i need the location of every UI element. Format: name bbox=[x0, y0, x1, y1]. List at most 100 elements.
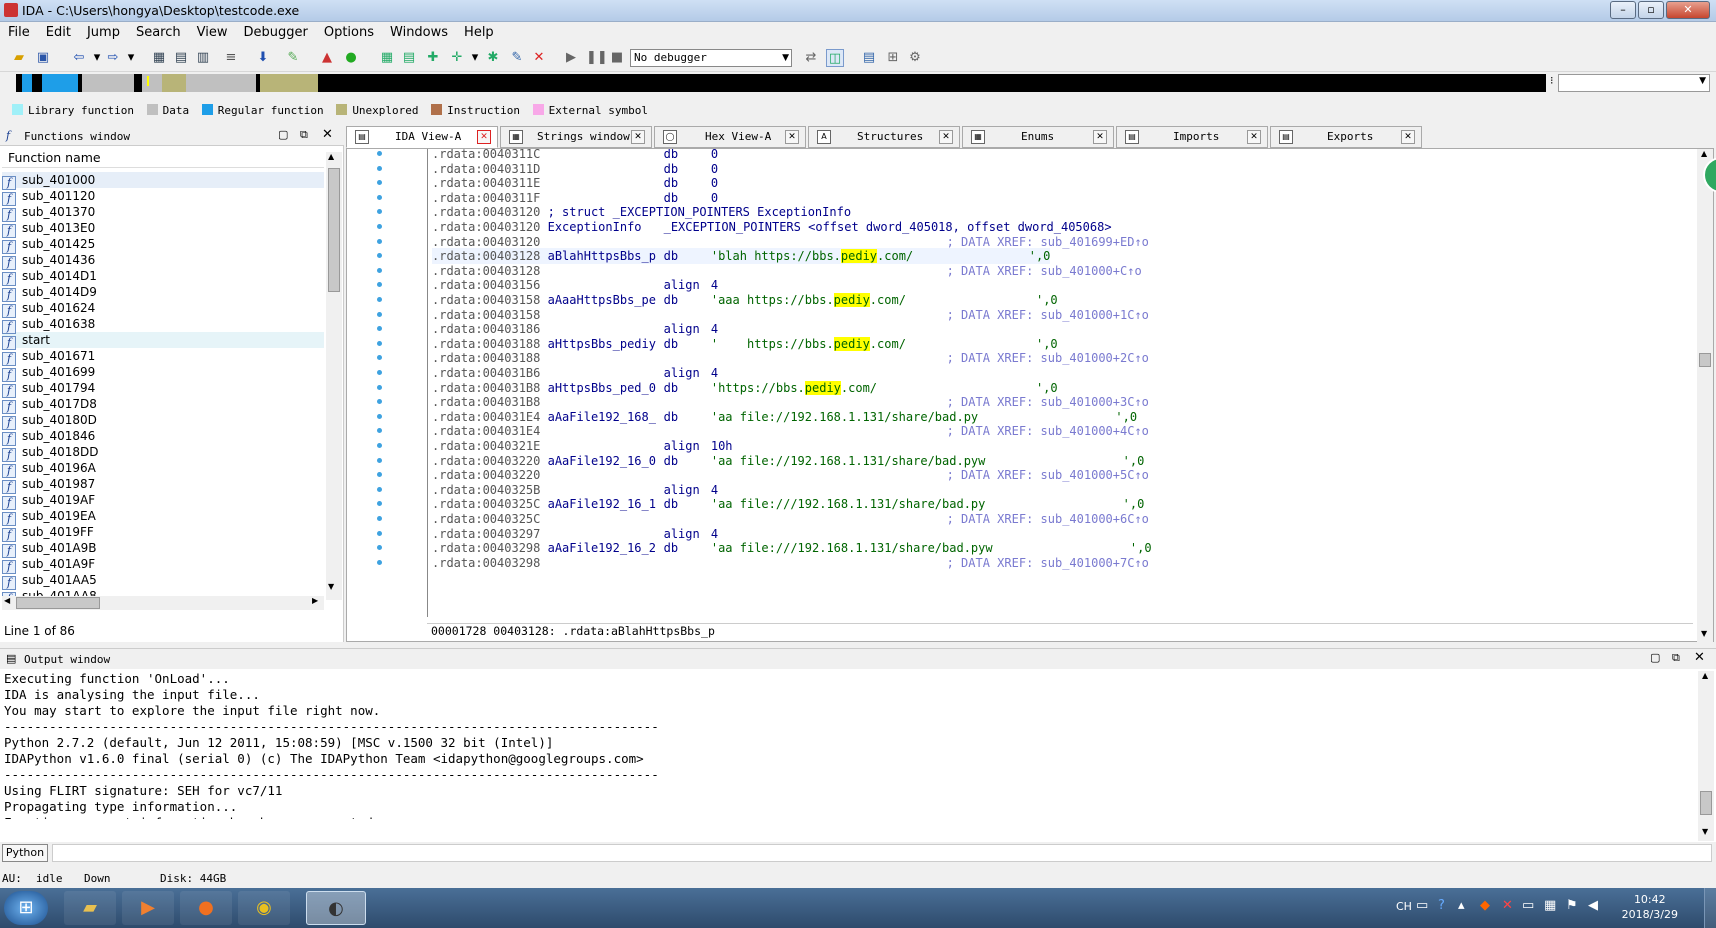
tab-imports[interactable]: ▤ Imports ✕ bbox=[1116, 126, 1268, 148]
close-icon[interactable]: ✕ bbox=[1093, 130, 1107, 144]
breakpoint-dot-icon[interactable] bbox=[377, 516, 382, 521]
tab-ida-view-a[interactable]: ▤ IDA View-A ✕ bbox=[346, 126, 498, 148]
breakpoint-dot-icon[interactable] bbox=[377, 443, 382, 448]
breakpoint-dot-icon[interactable] bbox=[377, 194, 382, 200]
debugger-select[interactable]: No debugger ▼ bbox=[630, 49, 792, 67]
menu-file[interactable]: File bbox=[0, 22, 38, 40]
scroll-up-icon[interactable]: ▲ bbox=[328, 152, 334, 161]
plugin-icon[interactable]: ⊞ bbox=[884, 49, 902, 67]
delete-icon[interactable]: ✕ bbox=[530, 49, 548, 67]
disasm-line[interactable]: .rdata:00403220 ; DATA XREF: sub_401000+… bbox=[432, 467, 1149, 483]
disasm-line[interactable]: .rdata:0040321E align 10h bbox=[432, 438, 733, 454]
close-icon[interactable]: ✕ bbox=[1401, 130, 1415, 144]
breakpoint-icon[interactable]: ◫ bbox=[826, 49, 844, 67]
xref-comment[interactable]: ; DATA XREF: sub_401699+ED↑o bbox=[947, 235, 1149, 249]
function-list-item[interactable]: f sub_401638 bbox=[2, 316, 324, 334]
start-debug-icon[interactable]: ▶ bbox=[562, 49, 580, 67]
disasm-line[interactable]: .rdata:004031B8 ; DATA XREF: sub_401000+… bbox=[432, 394, 1149, 410]
label[interactable]: aAaFile192_16_0 bbox=[548, 453, 664, 469]
function-name-column[interactable]: Function name bbox=[2, 150, 324, 168]
tab-enums[interactable]: ▦ Enums ✕ bbox=[962, 126, 1114, 148]
label[interactable]: aHttpsBbs_ped_0 bbox=[548, 380, 664, 396]
menu-help[interactable]: Help bbox=[456, 22, 502, 40]
disasm-line[interactable]: .rdata:004031E4 aAaFile192_168_ db 'aa fi… bbox=[432, 409, 1137, 425]
tab-strings-window[interactable]: ▦ Strings window ✕ bbox=[500, 126, 652, 148]
label[interactable]: aAaFile192_16_1 bbox=[548, 496, 664, 512]
breakpoint-dot-icon[interactable] bbox=[377, 384, 382, 390]
function-list-item[interactable]: f sub_4014D1 bbox=[2, 268, 324, 286]
disasm-line[interactable]: .rdata:00403128 aBlahHttpsBbs_p db 'blah … bbox=[432, 248, 1051, 265]
xref-comment[interactable]: ; DATA XREF: sub_401000+1C↑o bbox=[947, 308, 1149, 322]
jump-down-icon[interactable]: ⬇ bbox=[254, 49, 272, 67]
breakpoint-dot-icon[interactable] bbox=[377, 355, 382, 361]
graph-icon[interactable]: ▦ bbox=[378, 49, 396, 67]
scroll-thumb[interactable] bbox=[1700, 791, 1712, 815]
help-icon[interactable]: ? bbox=[1438, 898, 1445, 913]
label[interactable]: aAaFile192_16_2 bbox=[548, 540, 664, 556]
close-icon[interactable]: ✕ bbox=[1247, 130, 1261, 144]
add-icon[interactable]: ✚ bbox=[424, 49, 442, 67]
scroll-left-icon[interactable]: ◀ bbox=[4, 596, 10, 605]
xref-comment[interactable]: ; DATA XREF: sub_401000+C↑o bbox=[947, 264, 1142, 278]
edit-icon[interactable]: ✎ bbox=[508, 49, 526, 67]
ida-task-icon[interactable]: ◐ bbox=[306, 891, 366, 925]
disasm-line[interactable]: .rdata:00403188 ; DATA XREF: sub_401000+… bbox=[432, 350, 1149, 366]
disasm-line[interactable]: .rdata:00403120 ; DATA XREF: sub_401699+… bbox=[432, 234, 1149, 250]
scroll-thumb[interactable] bbox=[16, 597, 100, 609]
disasm-line[interactable]: .rdata:0040311E db 0 bbox=[432, 175, 718, 191]
xref-comment[interactable]: ; DATA XREF: sub_401000+2C↑o bbox=[947, 351, 1149, 365]
disasm-line[interactable]: .rdata:00403298 ; DATA XREF: sub_401000+… bbox=[432, 555, 1149, 571]
breakpoint-dot-icon[interactable] bbox=[377, 311, 382, 317]
function-list-item[interactable]: f sub_401120 bbox=[2, 188, 324, 206]
function-list-item[interactable]: f sub_40180D bbox=[2, 412, 324, 430]
breakpoint-dot-icon[interactable] bbox=[377, 413, 382, 419]
breakpoint-dot-icon[interactable] bbox=[377, 501, 382, 507]
close-icon[interactable]: ✕ bbox=[322, 127, 333, 142]
ida-vscrollbar[interactable]: ▲ ▼ bbox=[1697, 149, 1713, 643]
flag-icon[interactable]: ⚑ bbox=[1566, 898, 1578, 913]
xref-comment[interactable]: ; DATA XREF: sub_401000+6C↑o bbox=[947, 512, 1149, 526]
minimize-button[interactable]: – bbox=[1610, 1, 1636, 19]
menu-options[interactable]: Options bbox=[316, 22, 382, 40]
label[interactable]: aAaFile192_168_ bbox=[548, 409, 664, 425]
function-list-item[interactable]: f sub_4018DD bbox=[2, 444, 324, 462]
breakpoint-dot-icon[interactable] bbox=[377, 151, 382, 156]
menu-debugger[interactable]: Debugger bbox=[235, 22, 315, 40]
menu-view[interactable]: View bbox=[189, 22, 236, 40]
function-list-item[interactable]: f start bbox=[2, 332, 324, 350]
close-icon[interactable]: ✕ bbox=[1694, 650, 1705, 665]
maximize-button[interactable]: ▫ bbox=[1638, 1, 1664, 19]
function-list-item[interactable]: f sub_4019AF bbox=[2, 492, 324, 510]
patch-icon[interactable]: ▲ bbox=[318, 49, 336, 67]
window-list-icon[interactable]: ▤ bbox=[860, 49, 878, 67]
network-alert-icon[interactable]: ✕ bbox=[1502, 898, 1513, 913]
tab-exports[interactable]: ▤ Exports ✕ bbox=[1270, 126, 1422, 148]
menu-windows[interactable]: Windows bbox=[382, 22, 456, 40]
disasm-line[interactable]: .rdata:00403120 ; struct _EXCEPTION_POIN… bbox=[432, 204, 851, 220]
float-icon[interactable]: ⧉ bbox=[1672, 651, 1680, 665]
functions-vscrollbar[interactable]: ▲ ▼ bbox=[326, 152, 342, 600]
save-icon[interactable]: ▣ bbox=[34, 49, 52, 67]
close-icon[interactable]: ✕ bbox=[477, 130, 491, 144]
function-list-item[interactable]: f sub_4019FF bbox=[2, 524, 324, 542]
function-list-item[interactable]: f sub_401AA5 bbox=[2, 572, 324, 590]
label[interactable]: ExceptionInfo bbox=[548, 219, 664, 235]
segment-select[interactable]: ▼ bbox=[1558, 74, 1710, 92]
breakpoint-dot-icon[interactable] bbox=[377, 545, 382, 551]
struct-icon[interactable]: ✱ bbox=[484, 49, 502, 67]
code-view-icon[interactable]: ≡ bbox=[222, 49, 240, 67]
open-icon[interactable]: ▰ bbox=[10, 49, 28, 67]
flowchart-icon[interactable]: ▤ bbox=[400, 49, 418, 67]
next-search-icon[interactable]: ▥ bbox=[194, 49, 212, 67]
disasm-line[interactable]: .rdata:00403158 aAaaHttpsBbs_pe db 'aaa h… bbox=[432, 292, 1058, 308]
xref-comment[interactable]: ; DATA XREF: sub_401000+7C↑o bbox=[947, 556, 1149, 570]
network-icon[interactable]: ▦ bbox=[1544, 898, 1556, 913]
tray-expand-icon[interactable]: ▴ bbox=[1458, 898, 1465, 913]
text-search-icon[interactable]: ▤ bbox=[172, 49, 190, 67]
breakpoint-dot-icon[interactable] bbox=[377, 253, 382, 259]
volume-icon[interactable]: ◀ bbox=[1588, 898, 1598, 913]
attach-icon[interactable]: ⇄ bbox=[802, 49, 820, 67]
disassembly-listing[interactable]: .rdata:0040311C db 0 .rdata:0040311D db 0… bbox=[427, 149, 1693, 617]
function-list-item[interactable]: f sub_4017D8 bbox=[2, 396, 324, 414]
function-list-item[interactable]: f sub_401987 bbox=[2, 476, 324, 494]
